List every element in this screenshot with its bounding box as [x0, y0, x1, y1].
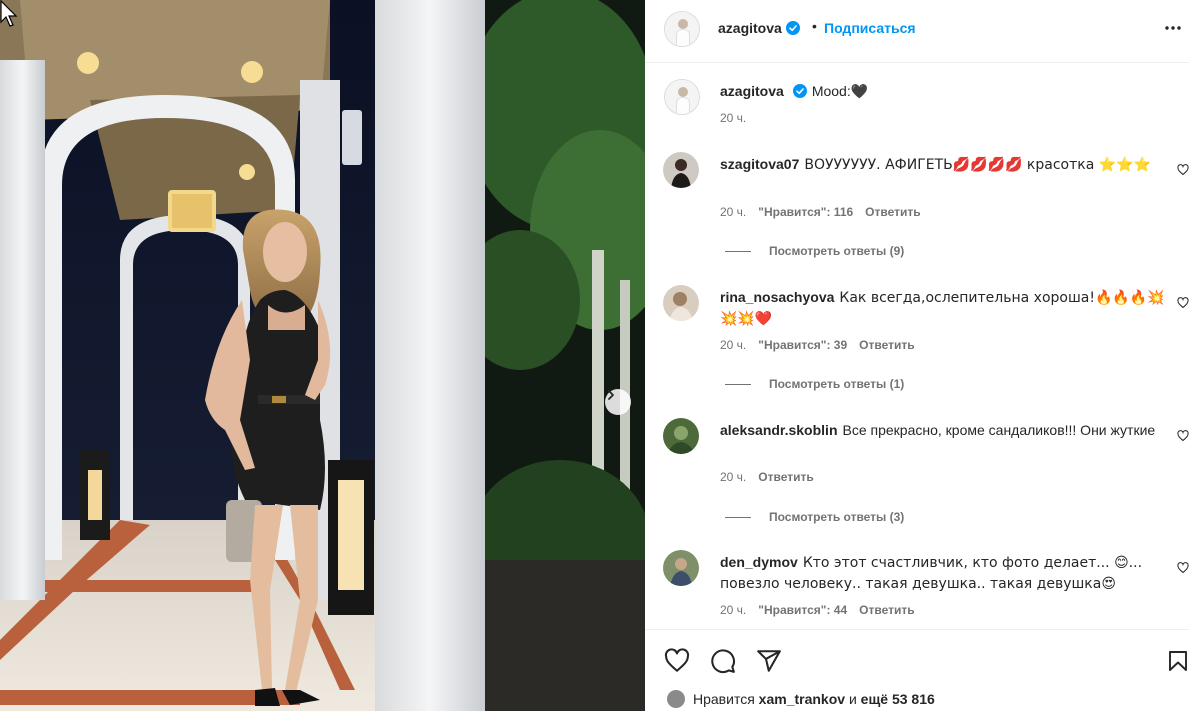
chevron-right-icon [608, 390, 614, 400]
view-replies-button[interactable]: Посмотреть ответы (1) [725, 377, 904, 391]
more-options-icon[interactable] [1164, 19, 1182, 37]
comment-body: den_dymov Кто этот счастливчик, кто фото … [720, 552, 1170, 594]
comment-avatar[interactable] [663, 550, 699, 586]
comment-text: ВОУУУУУУ. АФИГЕТЬ💋💋💋💋 красотка ⭐⭐⭐ [804, 157, 1152, 173]
view-replies-button[interactable]: Посмотреть ответы (9) [725, 244, 904, 258]
reply-button[interactable]: Ответить [865, 205, 920, 219]
avatar-image [665, 12, 699, 46]
comment-avatar[interactable] [663, 152, 699, 188]
comment-likes[interactable]: "Нравится": 44 [758, 603, 847, 617]
comment-likes[interactable]: "Нравится": 39 [758, 338, 847, 352]
reply-button[interactable]: Ответить [859, 338, 914, 352]
view-replies-button[interactable]: Посмотреть ответы (3) [725, 510, 904, 524]
share-icon[interactable] [756, 648, 782, 674]
comment-username[interactable]: rina_nosachyova [720, 289, 834, 305]
replies-divider-line [725, 517, 751, 519]
comment-username[interactable]: den_dymov [720, 554, 798, 570]
post-header: azagitova • Подписаться [645, 0, 1189, 63]
comment-meta: 20 ч. "Нравится": 116 Ответить [720, 205, 933, 219]
avatar-image [665, 80, 699, 114]
carousel-next-button[interactable] [605, 389, 631, 415]
avatar-image [663, 152, 699, 188]
liker-avatar[interactable] [667, 690, 685, 708]
avatar-image [663, 550, 699, 586]
comment-like-heart-icon[interactable] [1177, 430, 1189, 442]
comment-time[interactable]: 20 ч. [720, 470, 746, 484]
comment-body: aleksandr.skoblin Все прекрасно, кроме са… [720, 420, 1170, 440]
reply-button[interactable]: Ответить [758, 470, 813, 484]
author-username[interactable]: azagitova [718, 20, 782, 36]
view-replies-label: Посмотреть ответы (3) [769, 510, 905, 524]
comment-time[interactable]: 20 ч. [720, 205, 746, 219]
bookmark-icon[interactable] [1166, 648, 1189, 674]
comment-avatar[interactable] [663, 285, 699, 321]
post-photo[interactable] [0, 0, 645, 711]
caption-emoji: 🖤 [850, 84, 869, 100]
caption-username[interactable]: azagitova [720, 83, 784, 99]
post-side-panel: azagitova • Подписаться azagitova Mood:🖤 [645, 0, 1189, 711]
comment-icon[interactable] [710, 648, 736, 674]
liker-username[interactable]: xam_trankov [759, 691, 845, 707]
comment-username[interactable]: szagitova07 [720, 156, 799, 172]
comment-body: rina_nosachyova Как всегда,ослепительна х… [720, 287, 1170, 329]
verified-badge-icon [785, 21, 800, 35]
comment-like-heart-icon[interactable] [1177, 562, 1189, 574]
caption-time[interactable]: 20 ч. [720, 111, 746, 125]
view-replies-label: Посмотреть ответы (9) [769, 244, 905, 258]
comment-like-heart-icon[interactable] [1177, 297, 1189, 309]
instagram-post-view: azagitova • Подписаться azagitova Mood:🖤 [0, 0, 1189, 711]
comment-meta: 20 ч. "Нравится": 39 Ответить [720, 338, 927, 352]
replies-divider-line [725, 384, 751, 386]
comment-text: Все прекрасно, кроме сандаликов!!! Они ж… [842, 422, 1156, 438]
author-avatar[interactable] [664, 11, 700, 47]
follow-button[interactable]: Подписаться [824, 20, 916, 36]
comment-meta: 20 ч. "Нравится": 44 Ответить [720, 603, 927, 617]
comment-time[interactable]: 20 ч. [720, 603, 746, 617]
mouse-cursor-icon [0, 0, 18, 27]
comment-likes[interactable]: "Нравится": 116 [758, 205, 853, 219]
heart-icon[interactable] [664, 648, 690, 674]
likes-prefix: Нравится [693, 691, 755, 707]
caption-meta: 20 ч. [720, 111, 758, 125]
likes-connector: и [848, 691, 857, 707]
avatar-image [663, 285, 699, 321]
replies-divider-line [725, 251, 751, 253]
comment-like-heart-icon[interactable] [1177, 164, 1189, 176]
comment-body: szagitova07 ВОУУУУУУ. АФИГЕТЬ💋💋💋💋 красотк… [720, 154, 1170, 175]
comment-username[interactable]: aleksandr.skoblin [720, 422, 838, 438]
comment-time[interactable]: 20 ч. [720, 338, 746, 352]
likes-count[interactable]: ещё 53 816 [861, 691, 935, 707]
caption-text: Mood: [811, 83, 851, 99]
verified-badge-icon [792, 84, 807, 98]
likes-summary: Нравится xam_trankov и ещё 53 816 [667, 690, 935, 708]
caption-author-avatar[interactable] [664, 79, 700, 115]
caption-body: azagitova Mood:🖤 [720, 81, 1170, 102]
reply-button[interactable]: Ответить [859, 603, 914, 617]
comment-avatar[interactable] [663, 418, 699, 454]
author-line: azagitova [718, 20, 800, 38]
view-replies-label: Посмотреть ответы (1) [769, 377, 905, 391]
header-separator: • [812, 18, 817, 34]
photo-illustration [0, 0, 645, 711]
avatar-image [663, 418, 699, 454]
comment-meta: 20 ч. Ответить [720, 470, 826, 484]
